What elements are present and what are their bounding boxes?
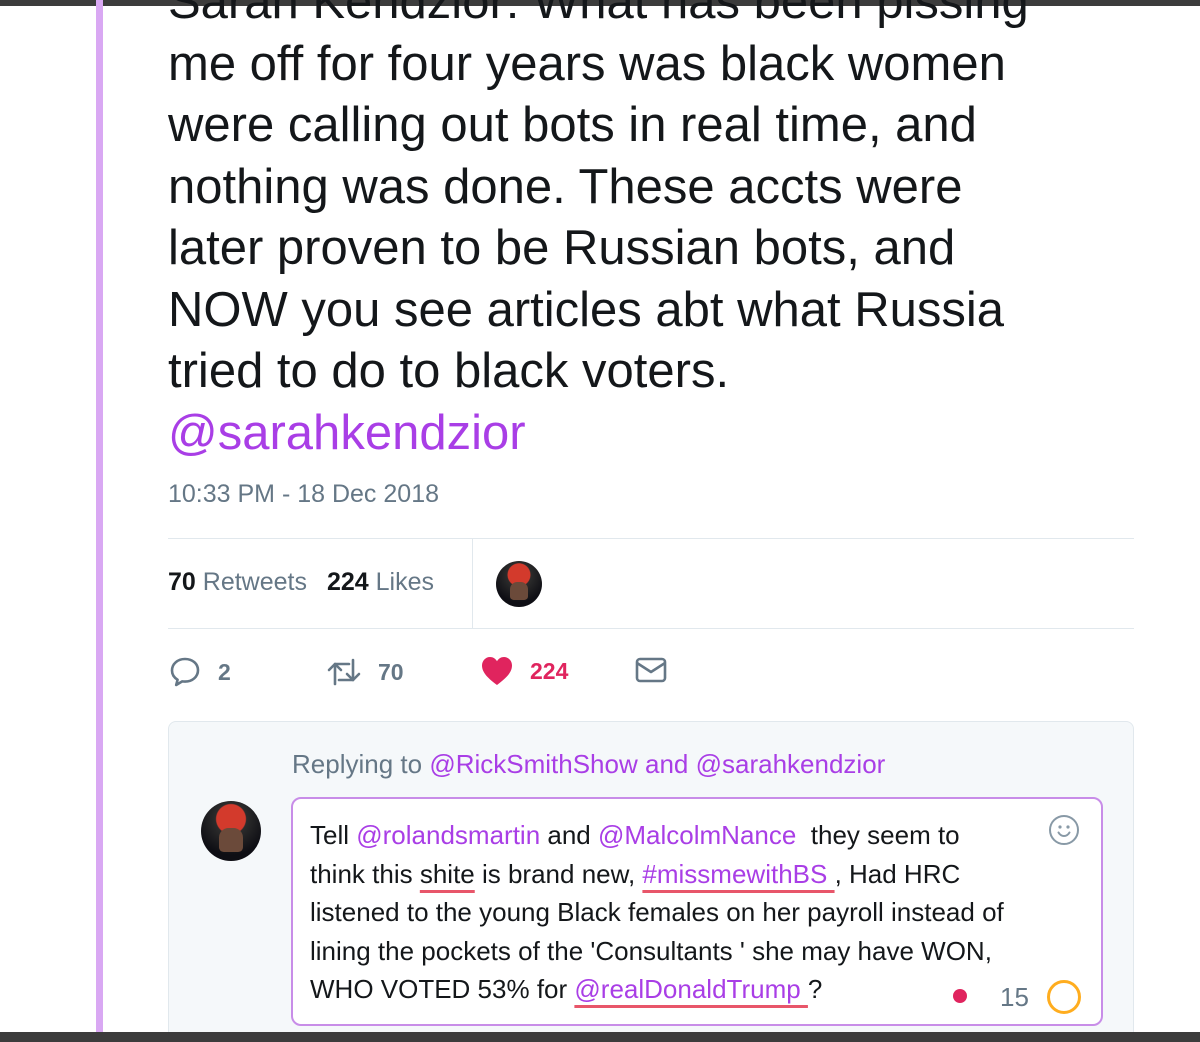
tweet-stats: 70 Retweets 224 Likes — [168, 568, 434, 597]
draft-line: lining the pockets of the 'Consultants '… — [310, 935, 992, 966]
user-avatar[interactable] — [201, 801, 261, 861]
draft-text: WHO VOTED 53% for — [310, 974, 575, 1004]
likes-stat[interactable]: 224 Likes — [327, 568, 434, 596]
retweet-icon — [326, 655, 362, 689]
replying-prefix: Replying to — [292, 749, 423, 779]
draft-mention[interactable]: @realDonaldTrump — [574, 974, 808, 1004]
draft-line: think this shite is brand new, #missmewi… — [310, 855, 1070, 894]
tweet-line: nothing was done. These accts were — [168, 159, 963, 214]
character-count: 15 — [1000, 982, 1029, 1012]
reply-button[interactable]: 2 — [168, 655, 231, 689]
draft-text: is brand new, — [474, 858, 643, 889]
tweet-line: tried to do to black voters. — [168, 344, 730, 398]
draft-text: Tell — [310, 820, 357, 850]
draft-text: ? — [807, 974, 823, 1004]
heart-icon — [480, 655, 514, 687]
likes-label: Likes — [375, 568, 435, 596]
draft-text: think this — [310, 858, 420, 889]
divider — [472, 539, 473, 628]
draft-hashtag[interactable]: #missmewithBS — [642, 859, 834, 889]
envelope-icon — [634, 655, 668, 685]
retweet-button[interactable]: 70 — [326, 655, 404, 689]
draft-text: and — [540, 820, 598, 850]
draft-mention[interactable]: @MalcolmNance — [598, 820, 796, 850]
retweets-stat[interactable]: 70 Retweets — [168, 568, 307, 596]
tweet-text: Sarah Kendzior: What has been pissing me… — [168, 0, 1148, 464]
reply-count: 2 — [218, 658, 231, 685]
divider — [168, 538, 1134, 539]
replying-user-link[interactable]: @RickSmithShow — [429, 749, 637, 779]
window-bottom-edge — [0, 1032, 1200, 1042]
direct-message-button[interactable] — [634, 655, 668, 685]
divider — [168, 628, 1134, 629]
tweet-line: later proven to be Russian bots, and — [168, 221, 956, 275]
replying-user-link[interactable]: @sarahkendzior — [696, 749, 886, 779]
tweet-line: were calling out bots in real time, and — [168, 98, 977, 152]
character-counter-ring-icon — [1047, 980, 1081, 1014]
recording-dot-icon — [953, 989, 967, 1003]
retweets-label: Retweets — [202, 568, 307, 596]
draft-line: listened to the young Black females on h… — [310, 897, 1004, 927]
likes-count: 224 — [326, 568, 369, 596]
tweet-timestamp[interactable]: 10:33 PM - 18 Dec 2018 — [168, 480, 439, 509]
spellcheck-word[interactable]: shite — [420, 859, 475, 889]
thread-rail — [96, 0, 103, 1042]
tweet-mention-link[interactable]: @sarahkendzior — [168, 403, 1148, 465]
retweet-count: 70 — [378, 658, 404, 685]
reply-draft-text[interactable]: Tell @rolandsmartin and @MalcolmNance th… — [310, 816, 1070, 1009]
draft-text: , Had HRC — [834, 858, 961, 889]
draft-mention[interactable]: @rolandsmartin — [356, 820, 540, 850]
replying-and: and — [645, 749, 689, 779]
emoji-icon[interactable] — [1049, 815, 1079, 845]
liker-avatar[interactable] — [496, 561, 542, 607]
like-button[interactable]: 224 — [480, 655, 568, 687]
tweet-line: me off for four years was black women — [168, 36, 1006, 91]
tweet-line: Sarah Kendzior: What has been pissing — [168, 0, 1029, 29]
draft-line: Tell @rolandsmartin and @MalcolmNance th… — [310, 816, 1070, 855]
replying-to: Replying to @RickSmithShow and @sarahken… — [292, 749, 885, 780]
reply-icon — [168, 655, 202, 689]
like-count: 224 — [530, 657, 569, 684]
retweets-count: 70 — [168, 568, 196, 596]
draft-text: they seem to — [796, 820, 960, 850]
tweet-line: NOW you see articles abt what Russia — [168, 282, 1005, 337]
